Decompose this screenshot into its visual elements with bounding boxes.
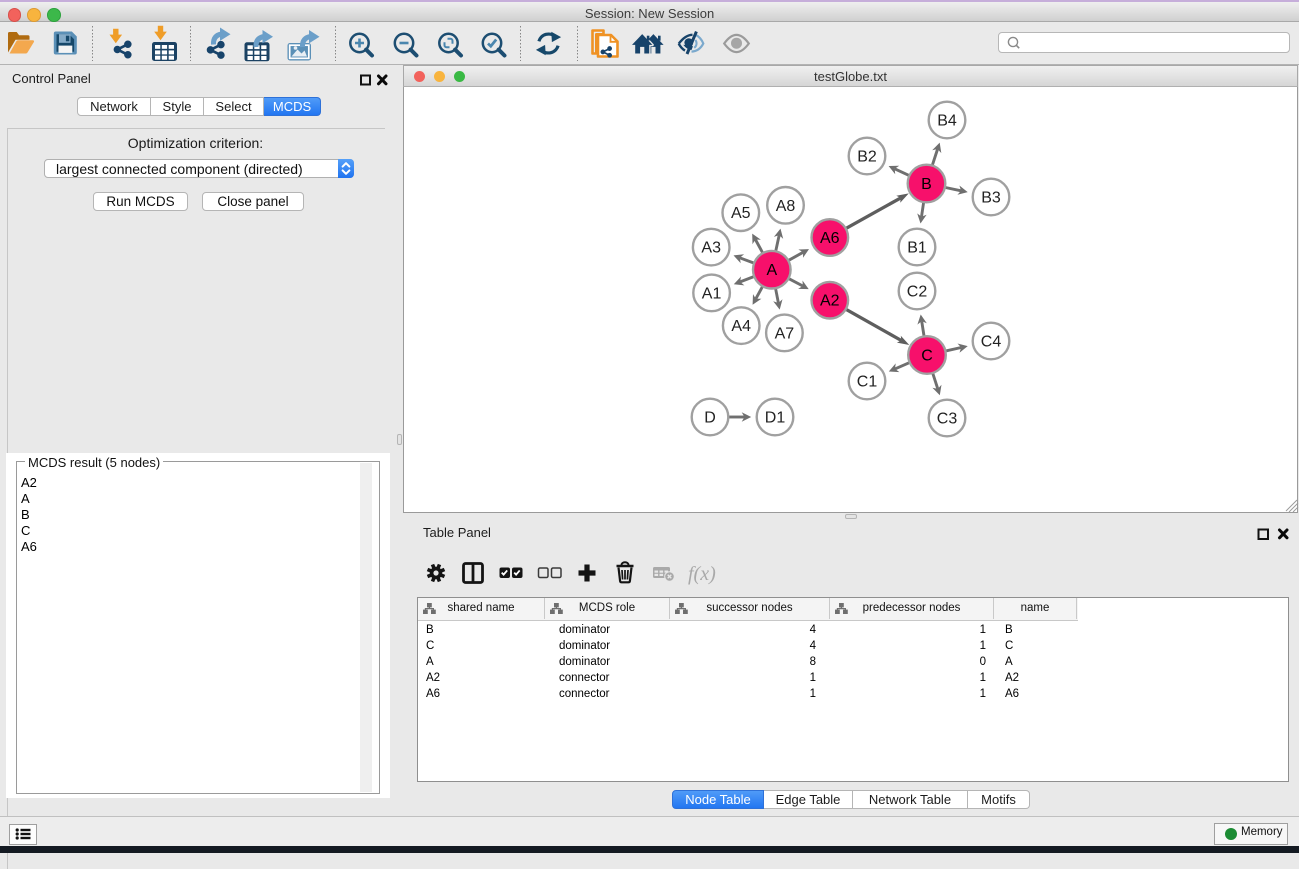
svg-text:B: B — [921, 176, 932, 193]
svg-text:A5: A5 — [731, 205, 751, 222]
svg-text:C1: C1 — [857, 374, 878, 391]
svg-text:B4: B4 — [937, 113, 957, 130]
svg-text:A4: A4 — [731, 318, 751, 335]
svg-text:A3: A3 — [701, 240, 721, 257]
svg-text:A2: A2 — [820, 293, 840, 310]
svg-text:A8: A8 — [776, 198, 796, 215]
svg-text:B1: B1 — [907, 240, 927, 257]
svg-text:C: C — [921, 348, 933, 365]
svg-text:A6: A6 — [820, 230, 840, 247]
svg-text:C2: C2 — [907, 284, 928, 301]
svg-text:D: D — [704, 410, 716, 427]
svg-text:C3: C3 — [937, 411, 958, 428]
svg-text:B2: B2 — [857, 149, 877, 166]
svg-text:A: A — [766, 262, 777, 279]
svg-text:f(x): f(x) — [688, 563, 716, 585]
svg-text:C4: C4 — [981, 334, 1002, 351]
svg-text:A7: A7 — [775, 325, 795, 342]
svg-text:B3: B3 — [981, 190, 1001, 207]
svg-text:A1: A1 — [702, 285, 722, 302]
svg-text:D1: D1 — [765, 410, 786, 427]
